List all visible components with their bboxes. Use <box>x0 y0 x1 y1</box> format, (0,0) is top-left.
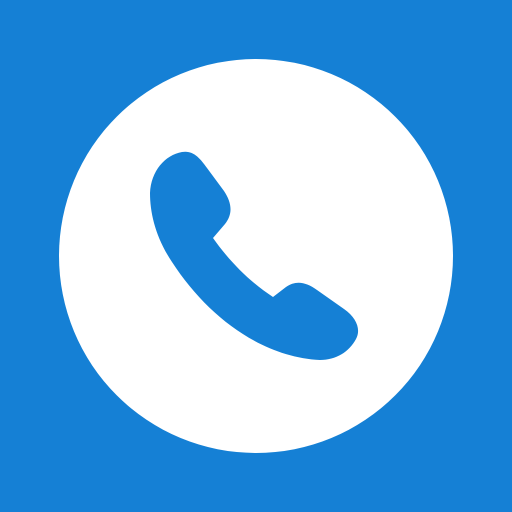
handset-shape <box>150 151 359 360</box>
phone-handset-icon <box>150 151 359 360</box>
phone-app-icon[interactable] <box>0 0 512 512</box>
